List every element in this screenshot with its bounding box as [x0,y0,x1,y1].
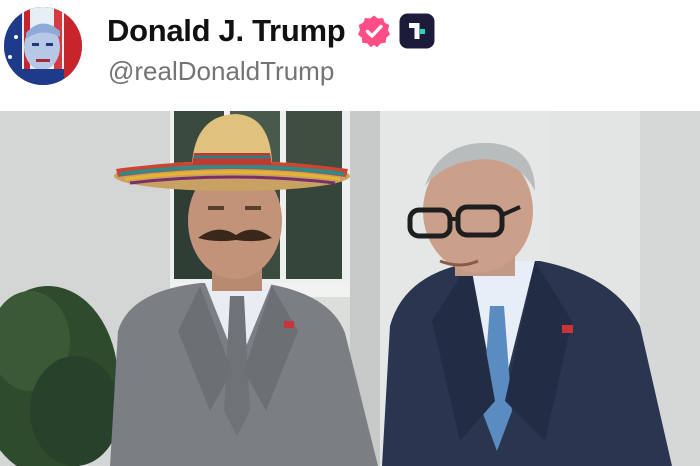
press-photo [0,111,700,466]
post-header: Donald J. Trump @realDonaldTrump [0,0,700,111]
post-media-image[interactable] [0,111,700,466]
display-name[interactable]: Donald J. Trump [107,13,346,49]
user-handle[interactable]: @realDonaldTrump [108,56,334,87]
truth-social-icon [399,13,435,49]
avatar[interactable] [4,7,82,85]
name-row: Donald J. Trump [107,12,435,50]
avatar-image [4,7,82,85]
verified-badge-icon [357,14,391,48]
